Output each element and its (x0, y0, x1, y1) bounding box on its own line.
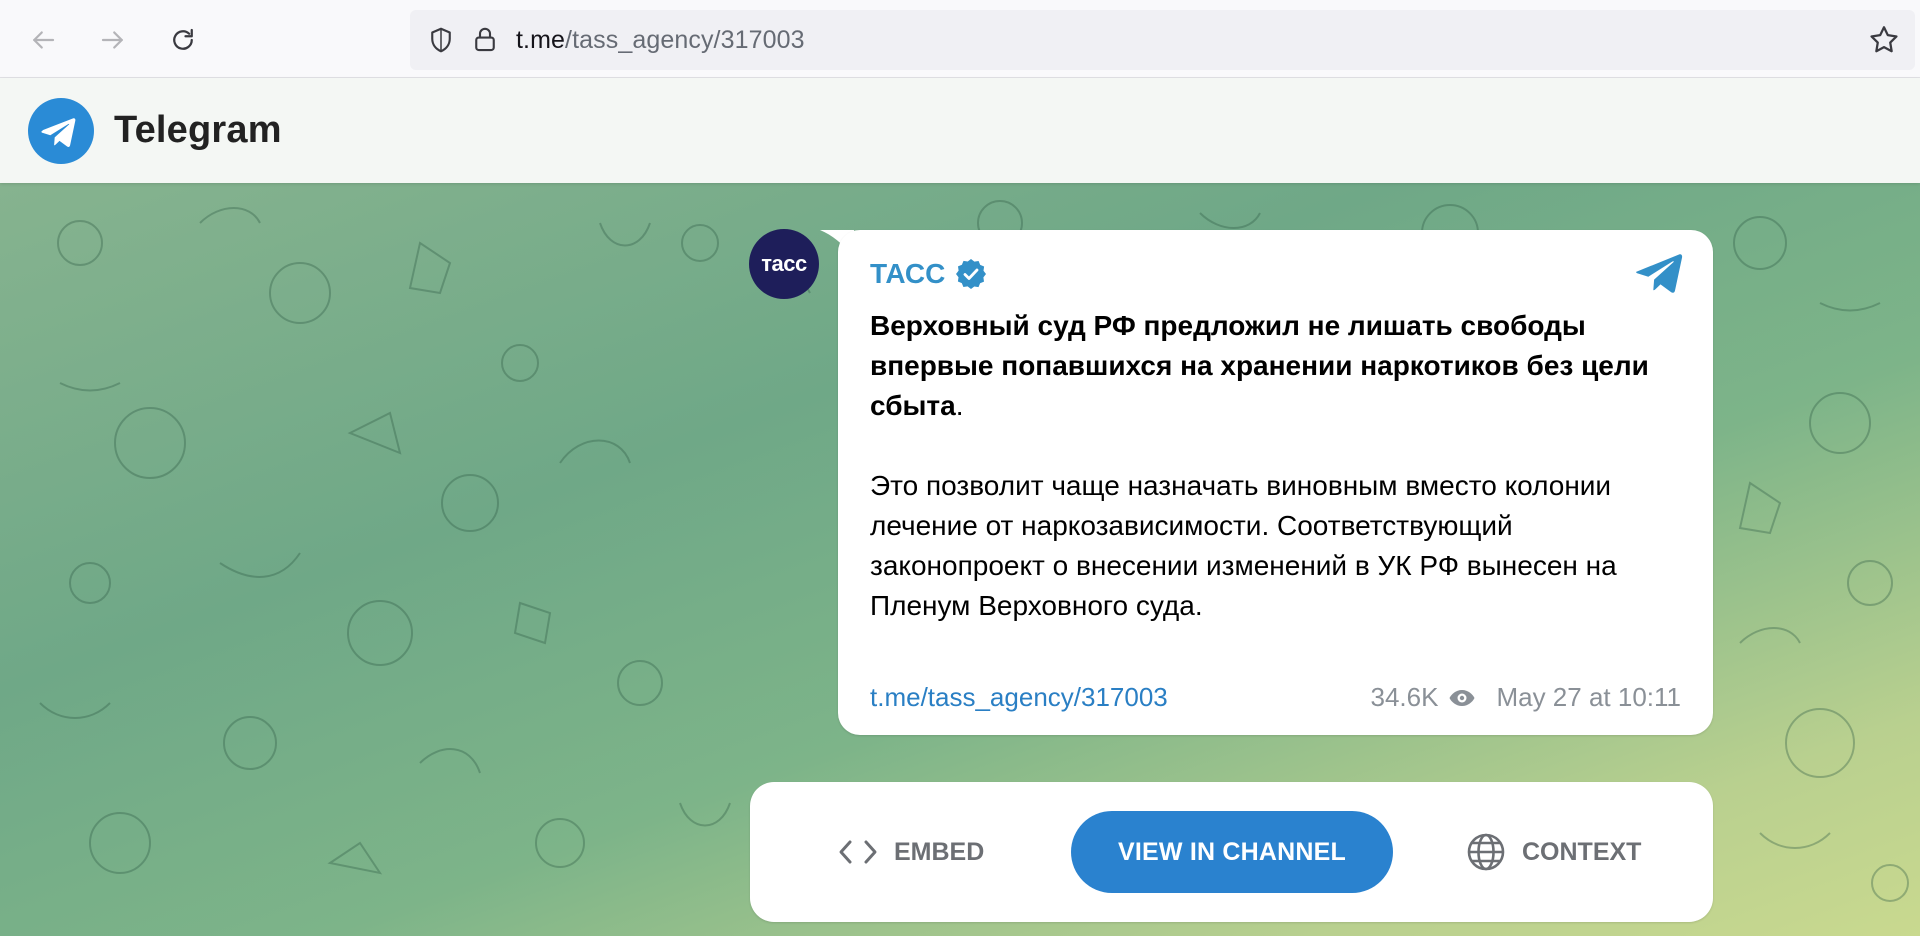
headline-period: . (955, 390, 964, 421)
message-link[interactable]: t.me/tass_agency/317003 (870, 682, 1168, 713)
address-bar[interactable]: t.me/tass_agency/317003 (410, 10, 1915, 70)
telegram-logo-icon[interactable] (28, 97, 94, 164)
browser-toolbar: t.me/tass_agency/317003 (0, 0, 1920, 78)
reload-button[interactable] (162, 19, 204, 61)
reload-icon (173, 28, 193, 50)
embed-label: EMBED (894, 837, 985, 866)
author-name[interactable]: ТАСС (870, 258, 945, 290)
view-in-channel-button[interactable]: VIEW IN CHANNEL (1071, 811, 1393, 893)
message-footer: t.me/tass_agency/317003 34.6K May 27 at … (870, 682, 1681, 713)
message-text: Верховный суд РФ предложил не лишать сво… (870, 306, 1681, 626)
action-panel: EMBED VIEW IN CHANNEL CONTEXT (750, 782, 1713, 922)
lock-icon[interactable] (468, 23, 502, 57)
message-meta: 34.6K May 27 at 10:11 (1371, 682, 1681, 713)
context-label: CONTEXT (1522, 837, 1642, 866)
context-button[interactable]: CONTEXT (1466, 824, 1641, 880)
author-row: ТАСС (870, 254, 1681, 294)
url-text[interactable]: t.me/tass_agency/317003 (516, 26, 805, 55)
message-bubble: ТАСС Верховный суд РФ предложил не лишат… (838, 230, 1713, 735)
back-arrow-icon (33, 31, 55, 49)
telegram-header: Telegram (0, 78, 1920, 183)
message-date[interactable]: May 27 at 10:11 (1496, 682, 1681, 713)
verified-badge-icon (956, 259, 987, 289)
back-button[interactable] (22, 19, 64, 61)
star-icon (1870, 26, 1898, 53)
code-brackets-icon (839, 840, 877, 864)
message-headline: Верховный суд РФ предложил не лишать сво… (870, 310, 1649, 421)
globe-icon (1467, 833, 1505, 871)
forward-button[interactable] (92, 19, 134, 61)
view-count: 34.6K (1370, 682, 1439, 712)
avatar-text: тасс (761, 251, 807, 276)
bookmark-button[interactable] (1867, 23, 1901, 57)
telegram-share-icon[interactable] (1635, 252, 1683, 294)
forward-arrow-icon (101, 31, 123, 49)
channel-avatar[interactable]: тасс (749, 229, 819, 299)
url-host: t.me (516, 25, 566, 54)
url-path: /tass_agency/317003 (565, 25, 805, 54)
view-in-channel-label: VIEW IN CHANNEL (1118, 837, 1346, 866)
shield-icon[interactable] (424, 23, 458, 57)
eye-icon (1449, 689, 1475, 706)
message-body: Это позволит чаще назначать виновным вме… (870, 470, 1617, 621)
embed-button[interactable]: EMBED (838, 824, 984, 880)
app-name[interactable]: Telegram (114, 109, 282, 152)
